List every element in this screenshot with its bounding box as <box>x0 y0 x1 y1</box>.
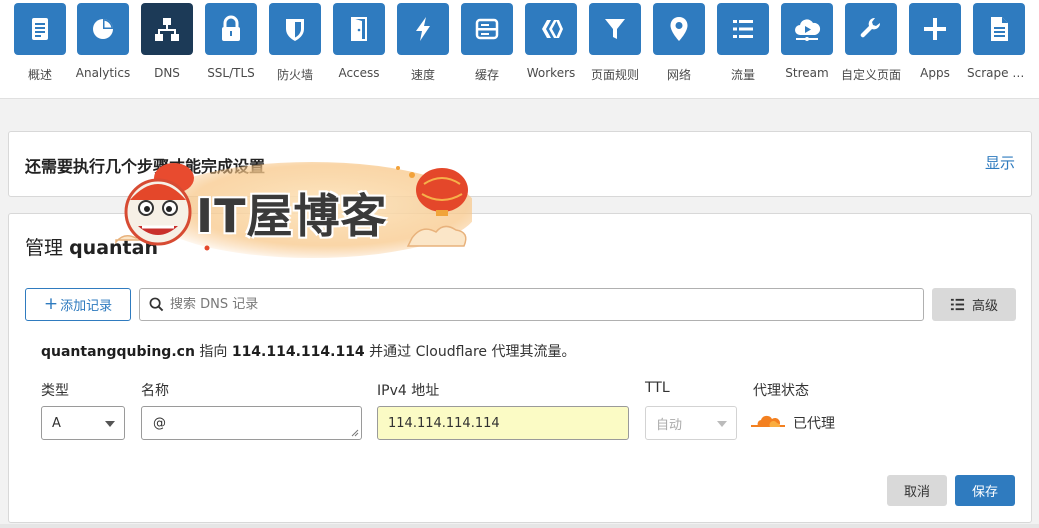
document-icon <box>14 3 66 55</box>
nav-item-workers[interactable]: Workers <box>519 3 583 93</box>
nav-label: 防火墙 <box>276 68 313 82</box>
search-icon <box>149 297 164 312</box>
type-select[interactable]: A <box>41 406 125 440</box>
nav-item-analytics[interactable]: Analytics <box>71 3 135 93</box>
search-field[interactable] <box>139 288 924 321</box>
cloud-play-icon <box>781 3 833 55</box>
nav-item-page-rules[interactable]: 页面规则 <box>583 3 647 93</box>
nav-label: 页面规则 <box>590 68 639 82</box>
lightning-icon <box>397 3 449 55</box>
watermark-text: IT屋博客 <box>196 189 388 243</box>
name-label: 名称 <box>141 383 169 399</box>
nav-item-stream[interactable]: Stream <box>775 3 839 93</box>
nav-label: Stream <box>785 66 829 80</box>
search-input[interactable] <box>170 297 910 312</box>
advanced-button[interactable]: 高级 <box>932 288 1016 321</box>
list-icon <box>717 3 769 55</box>
scrape-document-icon <box>973 3 1025 55</box>
add-record-button[interactable]: + 添加记录 <box>25 288 131 321</box>
proxy-status-label: 代理状态 <box>753 383 809 399</box>
summary-ip: 114.114.114.114 <box>231 344 365 360</box>
chevron-down-icon <box>105 421 115 427</box>
nav-item-dns[interactable]: DNS <box>135 3 199 93</box>
network-icon <box>141 3 193 55</box>
ipv4-value: 114.114.114.114 <box>388 415 500 431</box>
nav-item-speed[interactable]: 速度 <box>391 3 455 93</box>
filter-icon <box>589 3 641 55</box>
shield-icon <box>269 3 321 55</box>
nav-label: Apps <box>920 66 950 80</box>
nav-item-custom-pages[interactable]: 自定义页面 <box>839 3 903 93</box>
plus-icon: + <box>43 294 59 314</box>
plus-icon <box>909 3 961 55</box>
nav-label: Access <box>338 66 380 80</box>
ttl-value: 自动 <box>656 417 683 433</box>
nav-label: Analytics <box>75 66 131 80</box>
location-pin-icon <box>653 3 705 55</box>
nav-item-overview[interactable]: 概述 <box>8 3 72 93</box>
type-value: A <box>52 415 61 431</box>
dns-record-panel: 管理 quantan + 添加记录 高级 quantangqubing.cn 指… <box>8 213 1032 523</box>
ttl-label: TTL <box>645 380 670 396</box>
nav-label: 流量 <box>730 68 755 82</box>
nav-label: 缓存 <box>474 68 499 82</box>
type-label: 类型 <box>41 383 69 399</box>
watermark-banner: IT屋博客 <box>112 160 472 258</box>
show-link[interactable]: 显示 <box>985 152 1015 173</box>
nav-label: 速度 <box>410 68 435 82</box>
nav-label: Workers <box>526 66 576 80</box>
top-navigation: 概述 Analytics DNS SSL/TLS 防火墙 Access 速度 缓… <box>0 0 1039 99</box>
nav-item-scrape-shield[interactable]: Scrape S... <box>967 3 1031 93</box>
ipv4-field[interactable]: 114.114.114.114 <box>377 406 629 440</box>
nav-label: SSL/TLS <box>207 66 255 80</box>
nav-label: 概述 <box>27 68 52 82</box>
lion-dance-icon <box>124 178 192 246</box>
ttl-select[interactable]: 自动 <box>645 406 737 440</box>
pie-chart-icon <box>77 3 129 55</box>
nav-item-access[interactable]: Access <box>327 3 391 93</box>
door-icon <box>333 3 385 55</box>
page-footer-strip <box>0 524 1039 528</box>
proxy-status-toggle[interactable]: 已代理 <box>751 412 835 434</box>
proxy-status-value: 已代理 <box>793 416 835 432</box>
server-icon <box>461 3 513 55</box>
nav-label: Scrape S... <box>967 66 1031 80</box>
add-record-label: 添加记录 <box>60 299 113 314</box>
name-value: @ <box>153 415 166 431</box>
list-icon <box>950 298 965 311</box>
summary-points-to: 指向 <box>199 344 228 360</box>
nav-item-ssl-tls[interactable]: SSL/TLS <box>199 3 263 93</box>
ipv4-label: IPv4 地址 <box>377 383 440 399</box>
nav-item-apps[interactable]: Apps <box>903 3 967 93</box>
nav-label: DNS <box>154 66 180 80</box>
summary-suffix: 并通过 Cloudflare 代理其流量。 <box>369 344 576 360</box>
lock-icon <box>205 3 257 55</box>
nav-item-firewall[interactable]: 防火墙 <box>263 3 327 93</box>
nav-label: 网络 <box>666 68 691 82</box>
cancel-button[interactable]: 取消 <box>887 475 947 506</box>
workers-icon <box>525 3 577 55</box>
manage-prefix: 管理 <box>25 237 64 259</box>
summary-domain: quantangqubing.cn <box>41 344 195 360</box>
nav-item-cache[interactable]: 缓存 <box>455 3 519 93</box>
chevron-down-icon <box>717 421 727 427</box>
cloud-proxied-icon <box>751 415 785 427</box>
nav-label: 自定义页面 <box>840 68 901 82</box>
record-summary: quantangqubing.cn 指向 114.114.114.114 并通过… <box>41 341 576 361</box>
name-field[interactable]: @ <box>141 406 362 440</box>
advanced-label: 高级 <box>971 299 998 314</box>
nav-item-network[interactable]: 网络 <box>647 3 711 93</box>
wrench-icon <box>845 3 897 55</box>
resize-handle-icon[interactable] <box>351 429 359 437</box>
save-button[interactable]: 保存 <box>955 475 1015 506</box>
nav-item-traffic[interactable]: 流量 <box>711 3 775 93</box>
